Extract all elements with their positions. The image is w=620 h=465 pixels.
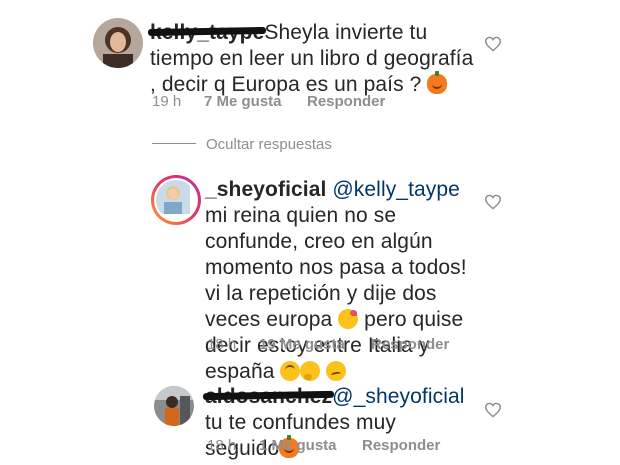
mention-link[interactable]: @_sheyoficial xyxy=(332,385,464,408)
timestamp: 19 h xyxy=(152,93,182,110)
woozy-emoji-icon xyxy=(326,361,347,381)
comment-meta: 19 h 7 Me gusta Responder xyxy=(152,93,385,110)
reply-button[interactable]: Responder xyxy=(371,336,449,353)
hide-replies-button[interactable]: Ocultar respuestas xyxy=(206,136,332,153)
divider xyxy=(152,143,196,144)
likes-count[interactable]: 19 Me gusta xyxy=(259,336,371,353)
mention-link[interactable]: @kelly_taype xyxy=(332,178,460,201)
thinking-emoji-icon xyxy=(300,361,321,381)
username[interactable]: aldosanchez xyxy=(205,385,332,408)
avatar[interactable] xyxy=(154,386,194,426)
reply-button[interactable]: Responder xyxy=(307,93,385,110)
timestamp: 18 h xyxy=(207,437,237,454)
username[interactable]: kelly_taype xyxy=(150,21,264,44)
kissing-emoji-icon xyxy=(338,309,359,329)
timestamp: 18 h xyxy=(207,336,237,353)
avatar-story-ring[interactable] xyxy=(151,175,201,225)
likes-count[interactable]: 7 Me gusta xyxy=(204,93,307,110)
comment-meta: 18 h 19 Me gusta Responder xyxy=(207,336,449,353)
likes-count[interactable]: 1 Me gusta xyxy=(259,437,362,454)
comment-text: kelly_taypeSheyla invierte tu tiempo en … xyxy=(150,20,480,98)
comment-text: _sheyoficial @kelly_taype mi reina quien… xyxy=(205,177,483,385)
avatar[interactable] xyxy=(93,18,143,68)
upside-down-emoji-icon xyxy=(280,361,301,381)
pumpkin-emoji-icon xyxy=(427,71,448,94)
username[interactable]: _sheyoficial xyxy=(205,178,326,201)
heart-outline-icon[interactable] xyxy=(484,194,502,210)
heart-outline-icon[interactable] xyxy=(484,36,502,52)
reply-button[interactable]: Responder xyxy=(362,437,440,454)
comment-meta: 18 h 1 Me gusta Responder xyxy=(207,437,440,454)
heart-outline-icon[interactable] xyxy=(484,402,502,418)
